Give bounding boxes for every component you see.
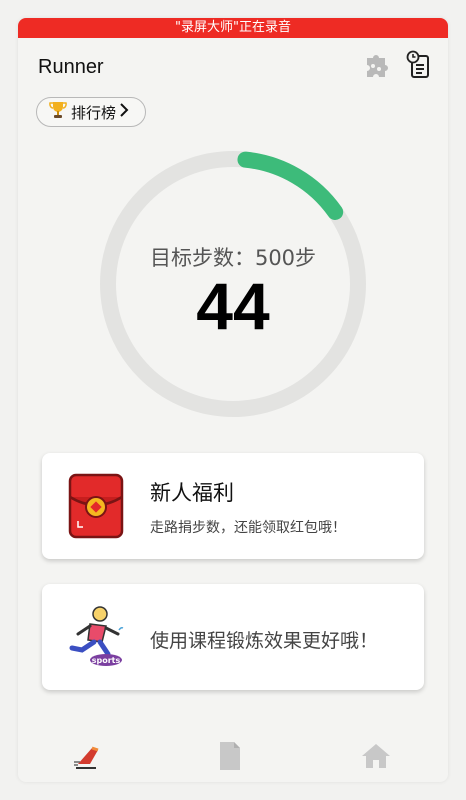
step-count: 44 xyxy=(196,269,270,343)
home-icon[interactable] xyxy=(358,738,394,774)
recording-status-bar: "录屏大师"正在录音 xyxy=(18,18,448,38)
running-sports-icon: sports xyxy=(66,604,126,670)
card-title: 使用课程锻炼效果更好哦！ xyxy=(150,630,379,652)
leaderboard-label: 排行榜 xyxy=(71,103,117,122)
course-card[interactable]: sports 使用课程锻炼效果更好哦！ xyxy=(42,584,424,690)
document-icon[interactable] xyxy=(212,738,248,774)
card-title: 新人福利 xyxy=(150,481,234,505)
phone-screen: "录屏大师"正在录音 Runner 排行榜 目标步数：500步 44 新人福利 … xyxy=(18,18,448,782)
leaderboard-button[interactable]: 排行榜 xyxy=(36,97,146,127)
card-subtitle: 走路捐步数，还能领取红包哦！ xyxy=(150,520,346,536)
sports-badge: sports xyxy=(92,656,121,665)
trophy-icon xyxy=(49,100,67,124)
bottom-nav xyxy=(18,726,448,782)
chevron-right-icon xyxy=(119,102,129,122)
newcomer-bonus-card[interactable]: 新人福利 走路捐步数，还能领取红包哦！ xyxy=(42,453,424,559)
red-envelope-icon xyxy=(66,473,126,539)
app-title: Runner xyxy=(38,56,104,78)
history-icon[interactable] xyxy=(406,50,430,78)
running-shoe-icon[interactable] xyxy=(72,738,108,774)
puzzle-icon[interactable] xyxy=(364,54,388,80)
progress-arc xyxy=(237,151,344,221)
